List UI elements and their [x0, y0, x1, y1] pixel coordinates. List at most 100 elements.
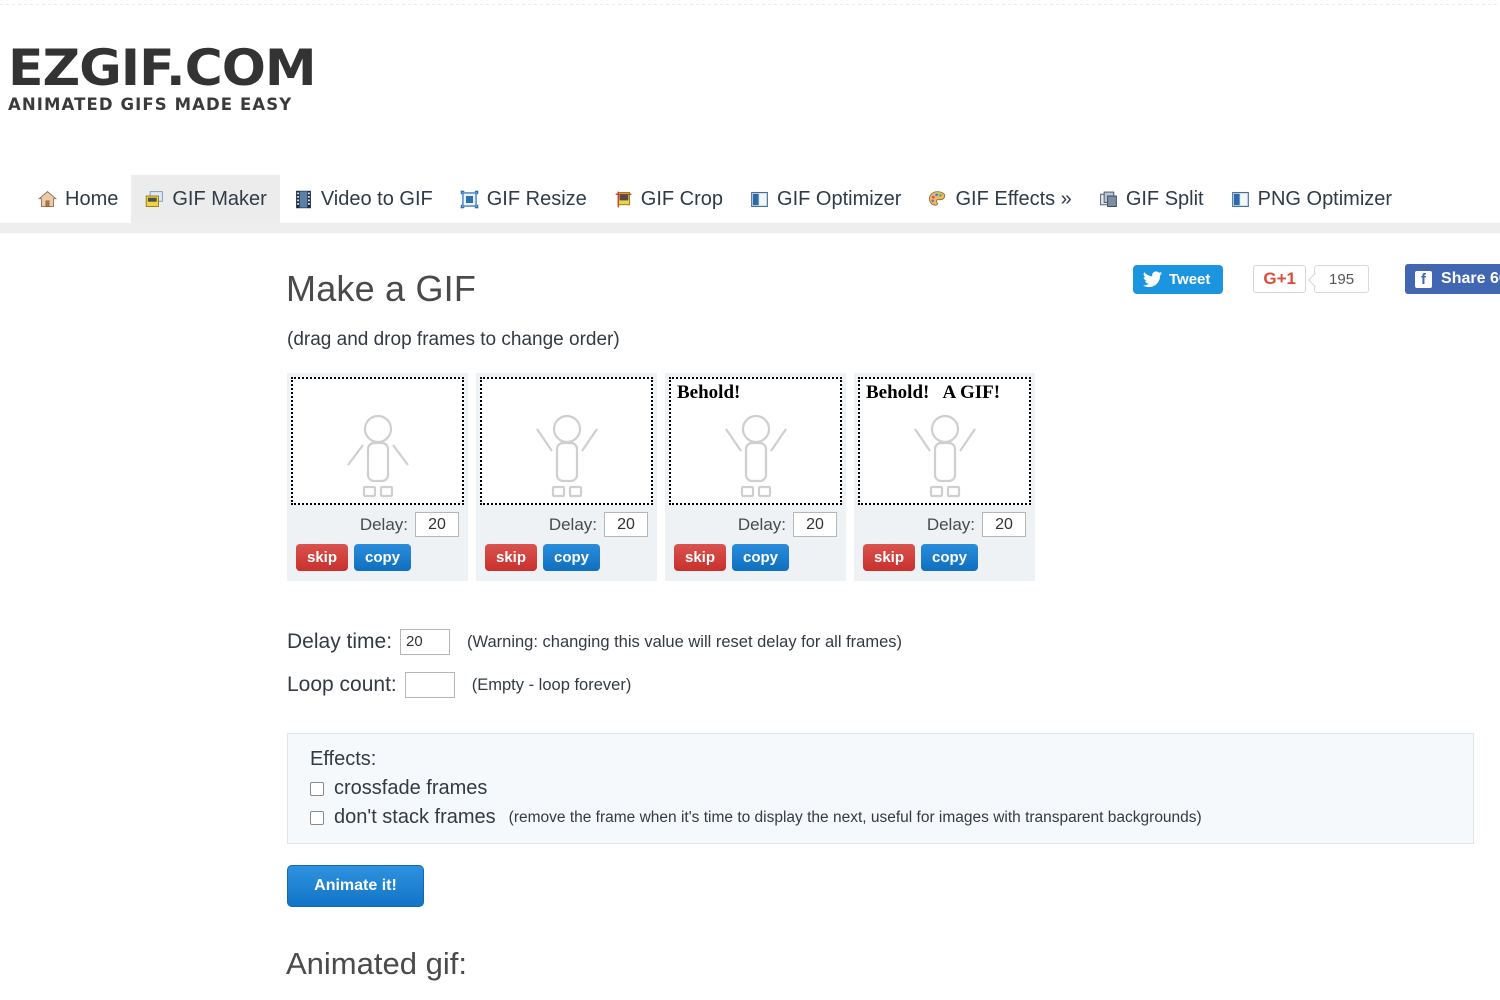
dont-stack-row: don't stack frames (remove the frame whe… [310, 806, 1473, 829]
tweet-button[interactable]: Tweet [1133, 264, 1224, 294]
loop-count-label: Loop count: [287, 673, 397, 696]
frame-copy-button[interactable]: copy [732, 544, 790, 571]
gplus-widget: G+1 195 [1253, 265, 1370, 293]
nav-item-label: GIF Optimizer [777, 187, 902, 210]
stick-figure [710, 407, 802, 503]
delay-time-note: (Warning: changing this value will reset… [467, 632, 903, 651]
frame-copy-button[interactable]: copy [921, 544, 979, 571]
nav-item-gif-effects[interactable]: GIF Effects » [914, 175, 1084, 223]
facebook-share-label: Share 607 [1441, 270, 1500, 287]
frame-delay-input[interactable]: 20 [604, 512, 648, 537]
frame-preview[interactable] [480, 377, 653, 505]
stick-figure-icon [535, 414, 598, 498]
nav-item-label: Video to GIF [320, 187, 433, 210]
frame-item[interactable]: Behold! A GIF! Delay: 20 skip copy [854, 373, 1035, 581]
frame-delay-input[interactable]: 20 [415, 512, 459, 537]
frame-skip-button[interactable]: skip [485, 544, 538, 571]
frame-skip-button[interactable]: skip [863, 544, 916, 571]
frame-item[interactable]: Delay: 20 skip copy [476, 373, 657, 581]
png-optimizer-icon [1231, 191, 1249, 207]
logo-wordmark: EZGIF.COM [8, 39, 317, 97]
film-strip-icon [295, 190, 311, 208]
dont-stack-note: (remove the frame when it's time to disp… [508, 808, 1202, 826]
nav-item-png-optimizer[interactable]: PNG Optimizer [1217, 175, 1405, 223]
frame-copy-button[interactable]: copy [543, 544, 601, 571]
frame-skip-button[interactable]: skip [674, 544, 727, 571]
twitter-bird-icon [1142, 270, 1163, 287]
delay-time-input[interactable]: 20 [400, 629, 451, 655]
nav-item-label: GIF Crop [640, 187, 724, 210]
frame-preview[interactable]: Behold! [669, 377, 842, 505]
gplus-label: G+1 [1263, 269, 1297, 288]
loop-count-input[interactable] [404, 672, 455, 698]
frame-caption-text: Behold! A GIF! [866, 382, 1001, 403]
optimizer-icon [751, 191, 768, 207]
frame-delay-input[interactable]: 20 [793, 512, 837, 537]
nav-item-gif-resize[interactable]: GIF Resize [446, 175, 600, 223]
top-divider [0, 4, 1500, 5]
frame-preview[interactable]: Behold! A GIF! [858, 377, 1031, 505]
frame-item[interactable]: Behold! Delay: 20 skip copy [665, 373, 846, 581]
page-subtitle: (drag and drop frames to change order) [287, 329, 620, 350]
main-navigation: Home GIF Maker Video to GIF GIF Resize GIF C… [0, 175, 1500, 223]
page-title: Make a GIF [286, 268, 477, 309]
split-icon [1099, 191, 1117, 207]
crop-icon [615, 191, 632, 207]
frame-actions: skip copy [287, 537, 468, 581]
stick-figure-icon [346, 414, 409, 498]
effects-panel: Effects: crossfade frames don't stack fr… [287, 733, 1474, 844]
nav-item-gif-crop[interactable]: GIF Crop [600, 175, 736, 223]
logo-tagline: ANIMATED GIFS MADE EASY [8, 95, 293, 114]
delay-time-row: Delay time: 20 (Warning: changing this v… [287, 629, 902, 655]
frame-actions: skip copy [476, 537, 657, 581]
frame-delay-input[interactable]: 20 [982, 512, 1026, 537]
nav-item-gif-optimizer[interactable]: GIF Optimizer [736, 175, 914, 223]
stick-figure [521, 407, 613, 503]
page-root: EZGIF.COM ANIMATED GIFS MADE EASY Home GI… [0, 0, 1500, 1000]
nav-item-label: Home [65, 187, 119, 210]
dont-stack-label: don't stack frames [334, 806, 496, 828]
stick-figure-icon [724, 414, 787, 498]
nav-item-label: GIF Effects » [955, 187, 1072, 210]
frame-delay-row: Delay: 20 [287, 505, 468, 537]
house-icon [37, 190, 58, 207]
frame-skip-button[interactable]: skip [296, 544, 349, 571]
loop-count-row: Loop count: (Empty - loop forever) [287, 672, 631, 698]
animate-button[interactable]: Animate it! [287, 865, 424, 907]
frame-delay-row: Delay: 20 [665, 505, 846, 537]
gplus-button[interactable]: G+1 [1253, 265, 1307, 293]
nav-item-video-to-gif[interactable]: Video to GIF [280, 175, 446, 223]
site-logo[interactable]: EZGIF.COM ANIMATED GIFS MADE EASY [8, 42, 348, 115]
frame-delay-label: Delay: [926, 514, 975, 534]
facebook-share-button[interactable]: f Share 607 [1405, 264, 1500, 294]
frame-actions: skip copy [665, 537, 846, 581]
crossfade-checkbox[interactable] [310, 781, 324, 796]
nav-item-label: GIF Split [1125, 187, 1204, 210]
palette-icon [929, 190, 946, 206]
frame-delay-row: Delay: 20 [854, 505, 1035, 537]
nav-item-gif-maker[interactable]: GIF Maker [131, 175, 280, 223]
frame-item[interactable]: Delay: 20 skip copy [287, 373, 468, 581]
crossfade-label: crossfade frames [334, 777, 488, 799]
frame-actions: skip copy [854, 537, 1035, 581]
nav-bottom-strip [0, 223, 1500, 233]
dont-stack-checkbox[interactable] [310, 810, 324, 825]
nav-item-label: GIF Resize [486, 187, 587, 210]
frame-delay-row: Delay: 20 [476, 505, 657, 537]
resize-icon [460, 190, 478, 208]
social-buttons: Tweet G+1 195 f Share 607 [1133, 264, 1500, 294]
nav-item-gif-split[interactable]: GIF Split [1085, 175, 1217, 223]
crossfade-row: crossfade frames [310, 777, 1473, 800]
frame-preview[interactable] [291, 377, 464, 505]
frame-delay-label: Delay: [548, 514, 597, 534]
delay-time-label: Delay time: [287, 630, 393, 653]
nav-item-label: PNG Optimizer [1257, 187, 1393, 210]
gplus-count[interactable]: 195 [1314, 265, 1370, 293]
stick-figure-icon [913, 414, 976, 498]
animated-gif-title: Animated gif: [286, 946, 467, 981]
stick-figure [899, 407, 991, 503]
gif-maker-icon [146, 190, 164, 207]
nav-item-home[interactable]: Home [24, 175, 131, 223]
loop-count-note: (Empty - loop forever) [471, 675, 632, 694]
frame-copy-button[interactable]: copy [354, 544, 412, 571]
